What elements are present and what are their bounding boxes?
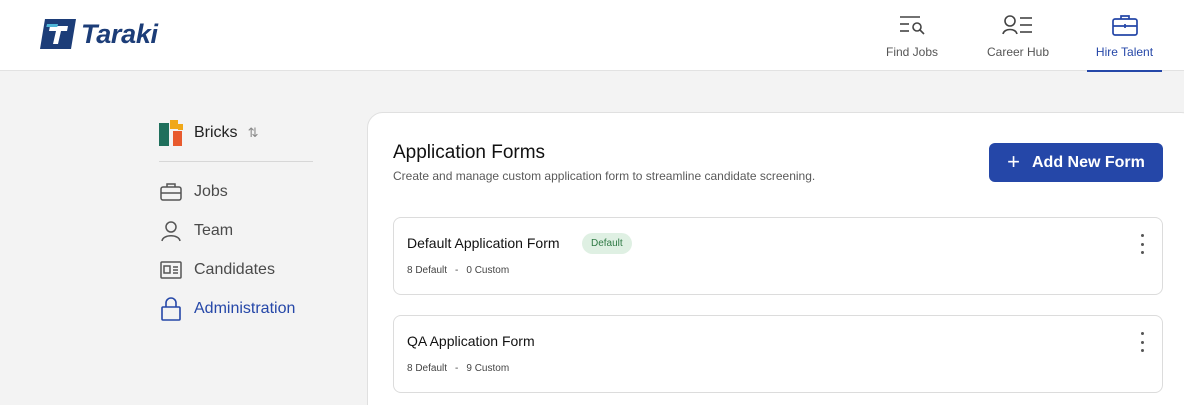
sidebar-item-label: Candidates [194,260,275,278]
sidebar-item-label: Jobs [194,182,228,200]
taraki-logo-icon [40,19,76,49]
briefcase-icon [159,180,183,204]
more-options-icon[interactable] [1138,332,1146,352]
user-icon [159,219,183,243]
bricks-logo-icon [159,120,183,146]
sort-icon[interactable]: ⇅ [248,125,259,141]
form-meta: 8 Default - 0 Custom [407,265,509,276]
form-card[interactable]: Default Application Form Default 8 Defau… [393,217,1163,295]
page-title: Application Forms [393,142,546,163]
nav-label: Hire Talent [1095,45,1154,59]
add-new-form-label: Add New Form [1031,153,1145,171]
nav-career-hub[interactable]: Career Hub [980,0,1056,71]
page-subtitle: Create and manage custom application for… [393,169,816,183]
top-header: Taraki Find Jobs Career Hub Hire Talent [0,0,1184,72]
org-name: Bricks [194,124,238,141]
form-title: Default Application Form [407,235,560,251]
sidebar-item-label: Administration [194,299,296,317]
sidebar-item-label: Team [194,221,234,239]
more-options-icon[interactable] [1138,234,1146,254]
person-list-icon [1002,11,1034,39]
add-new-form-button[interactable]: + Add New Form [989,143,1163,182]
sidebar-item-administration[interactable]: Administration [159,289,313,328]
lock-icon [159,296,183,321]
brand-name: Taraki [81,18,158,49]
form-card[interactable]: QA Application Form 8 Default - 9 Custom [393,315,1163,393]
org-switcher[interactable]: Bricks ⇅ [159,118,313,148]
default-count: 8 Default [407,265,448,276]
default-count: 8 Default [407,363,448,374]
sidebar-item-team[interactable]: Team [159,211,313,250]
nav-find-jobs[interactable]: Find Jobs [877,0,947,71]
sidebar-item-candidates[interactable]: Candidates [159,250,313,289]
briefcase-icon [1111,11,1139,39]
taraki-logo[interactable]: Taraki [38,17,158,51]
sidebar-item-jobs[interactable]: Jobs [159,172,313,211]
meta-separator: - [455,265,459,276]
custom-count: 0 Custom [466,265,510,276]
default-badge: Default [582,233,632,254]
search-list-icon [898,11,926,39]
main-panel: Application Forms Create and manage cust… [367,112,1184,405]
nav-hire-talent[interactable]: Hire Talent [1087,0,1162,72]
form-meta: 8 Default - 9 Custom [407,363,509,374]
nav-label: Find Jobs [885,45,939,59]
nav-label: Career Hub [986,45,1050,59]
custom-count: 9 Custom [466,363,510,374]
id-card-icon [159,258,183,282]
form-title: QA Application Form [407,333,535,349]
sidebar: Bricks ⇅ Jobs Team Candidates Administra… [159,118,313,328]
plus-icon: + [1007,148,1020,174]
sidebar-divider [159,161,313,162]
meta-separator: - [455,363,459,374]
